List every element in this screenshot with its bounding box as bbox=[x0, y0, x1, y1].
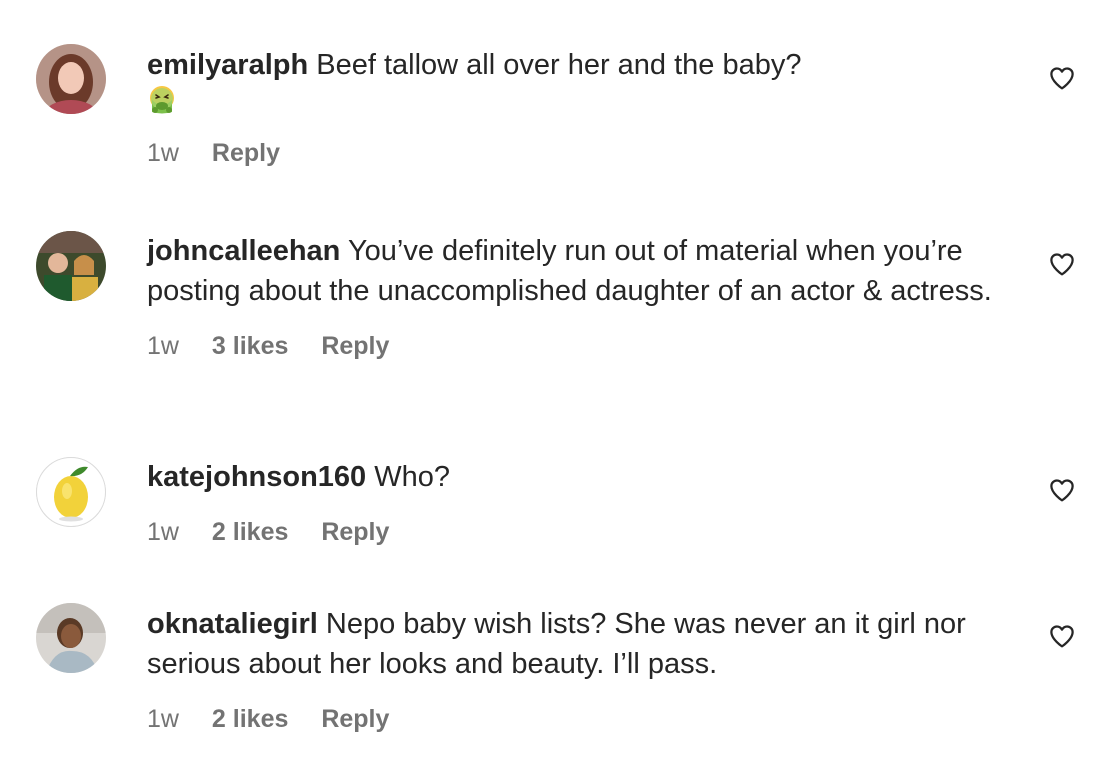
reply-button[interactable]: Reply bbox=[321, 331, 389, 361]
reply-button[interactable]: Reply bbox=[212, 138, 280, 168]
comment-text: katejohnson160 Who? bbox=[147, 457, 1007, 497]
comment-time[interactable]: 1w bbox=[147, 331, 179, 361]
comment-body: katejohnson160 Who? 1w 2 likes Reply bbox=[147, 457, 1007, 547]
comment-text: oknataliegirl Nepo baby wish lists? She … bbox=[147, 604, 1007, 684]
comment-likes[interactable]: 2 likes bbox=[212, 704, 288, 734]
comment-content: Beef tallow all over her and the baby? bbox=[316, 49, 802, 81]
avatar[interactable] bbox=[36, 457, 106, 527]
like-button[interactable] bbox=[1047, 249, 1077, 279]
nauseated-face-icon bbox=[150, 86, 174, 114]
avatar[interactable] bbox=[36, 603, 106, 673]
reply-button[interactable]: Reply bbox=[321, 704, 389, 734]
comment-body: johncalleehan You’ve definitely run out … bbox=[147, 231, 1007, 361]
like-button[interactable] bbox=[1047, 475, 1077, 505]
reply-button[interactable]: Reply bbox=[321, 517, 389, 547]
heart-outline-icon bbox=[1050, 479, 1074, 502]
comment-meta: 1w 2 likes Reply bbox=[147, 517, 1007, 547]
comment-body: oknataliegirl Nepo baby wish lists? She … bbox=[147, 604, 1007, 734]
comment-meta: 1w 2 likes Reply bbox=[147, 704, 1007, 734]
comment-username[interactable]: johncalleehan bbox=[147, 235, 340, 267]
comment-time[interactable]: 1w bbox=[147, 517, 179, 547]
avatar-image bbox=[36, 231, 106, 301]
like-button[interactable] bbox=[1047, 63, 1077, 93]
avatar[interactable] bbox=[36, 231, 106, 301]
avatar-image bbox=[36, 44, 106, 114]
comment-likes[interactable]: 2 likes bbox=[212, 517, 288, 547]
comment-text: emilyaralph Beef tallow all over her and… bbox=[147, 45, 1007, 85]
heart-outline-icon bbox=[1050, 625, 1074, 648]
comment-username[interactable]: katejohnson160 bbox=[147, 461, 366, 493]
comment-time[interactable]: 1w bbox=[147, 704, 179, 734]
comment-time[interactable]: 1w bbox=[147, 138, 179, 168]
like-button[interactable] bbox=[1047, 621, 1077, 651]
avatar[interactable] bbox=[36, 44, 106, 114]
avatar-image bbox=[36, 457, 106, 527]
comment-username[interactable]: oknataliegirl bbox=[147, 608, 318, 640]
comment-meta: 1w 3 likes Reply bbox=[147, 331, 1007, 361]
heart-outline-icon bbox=[1050, 253, 1074, 276]
comment-body: emilyaralph Beef tallow all over her and… bbox=[147, 45, 1007, 168]
comment-text: johncalleehan You’ve definitely run out … bbox=[147, 231, 1007, 311]
comment-emoji-line bbox=[147, 85, 1007, 115]
comment-username[interactable]: emilyaralph bbox=[147, 49, 308, 81]
heart-outline-icon bbox=[1050, 67, 1074, 90]
comment-likes[interactable]: 3 likes bbox=[212, 331, 288, 361]
comment-content: Who? bbox=[374, 461, 451, 493]
avatar-image bbox=[36, 603, 106, 673]
comment-meta: 1w Reply bbox=[147, 138, 1007, 168]
